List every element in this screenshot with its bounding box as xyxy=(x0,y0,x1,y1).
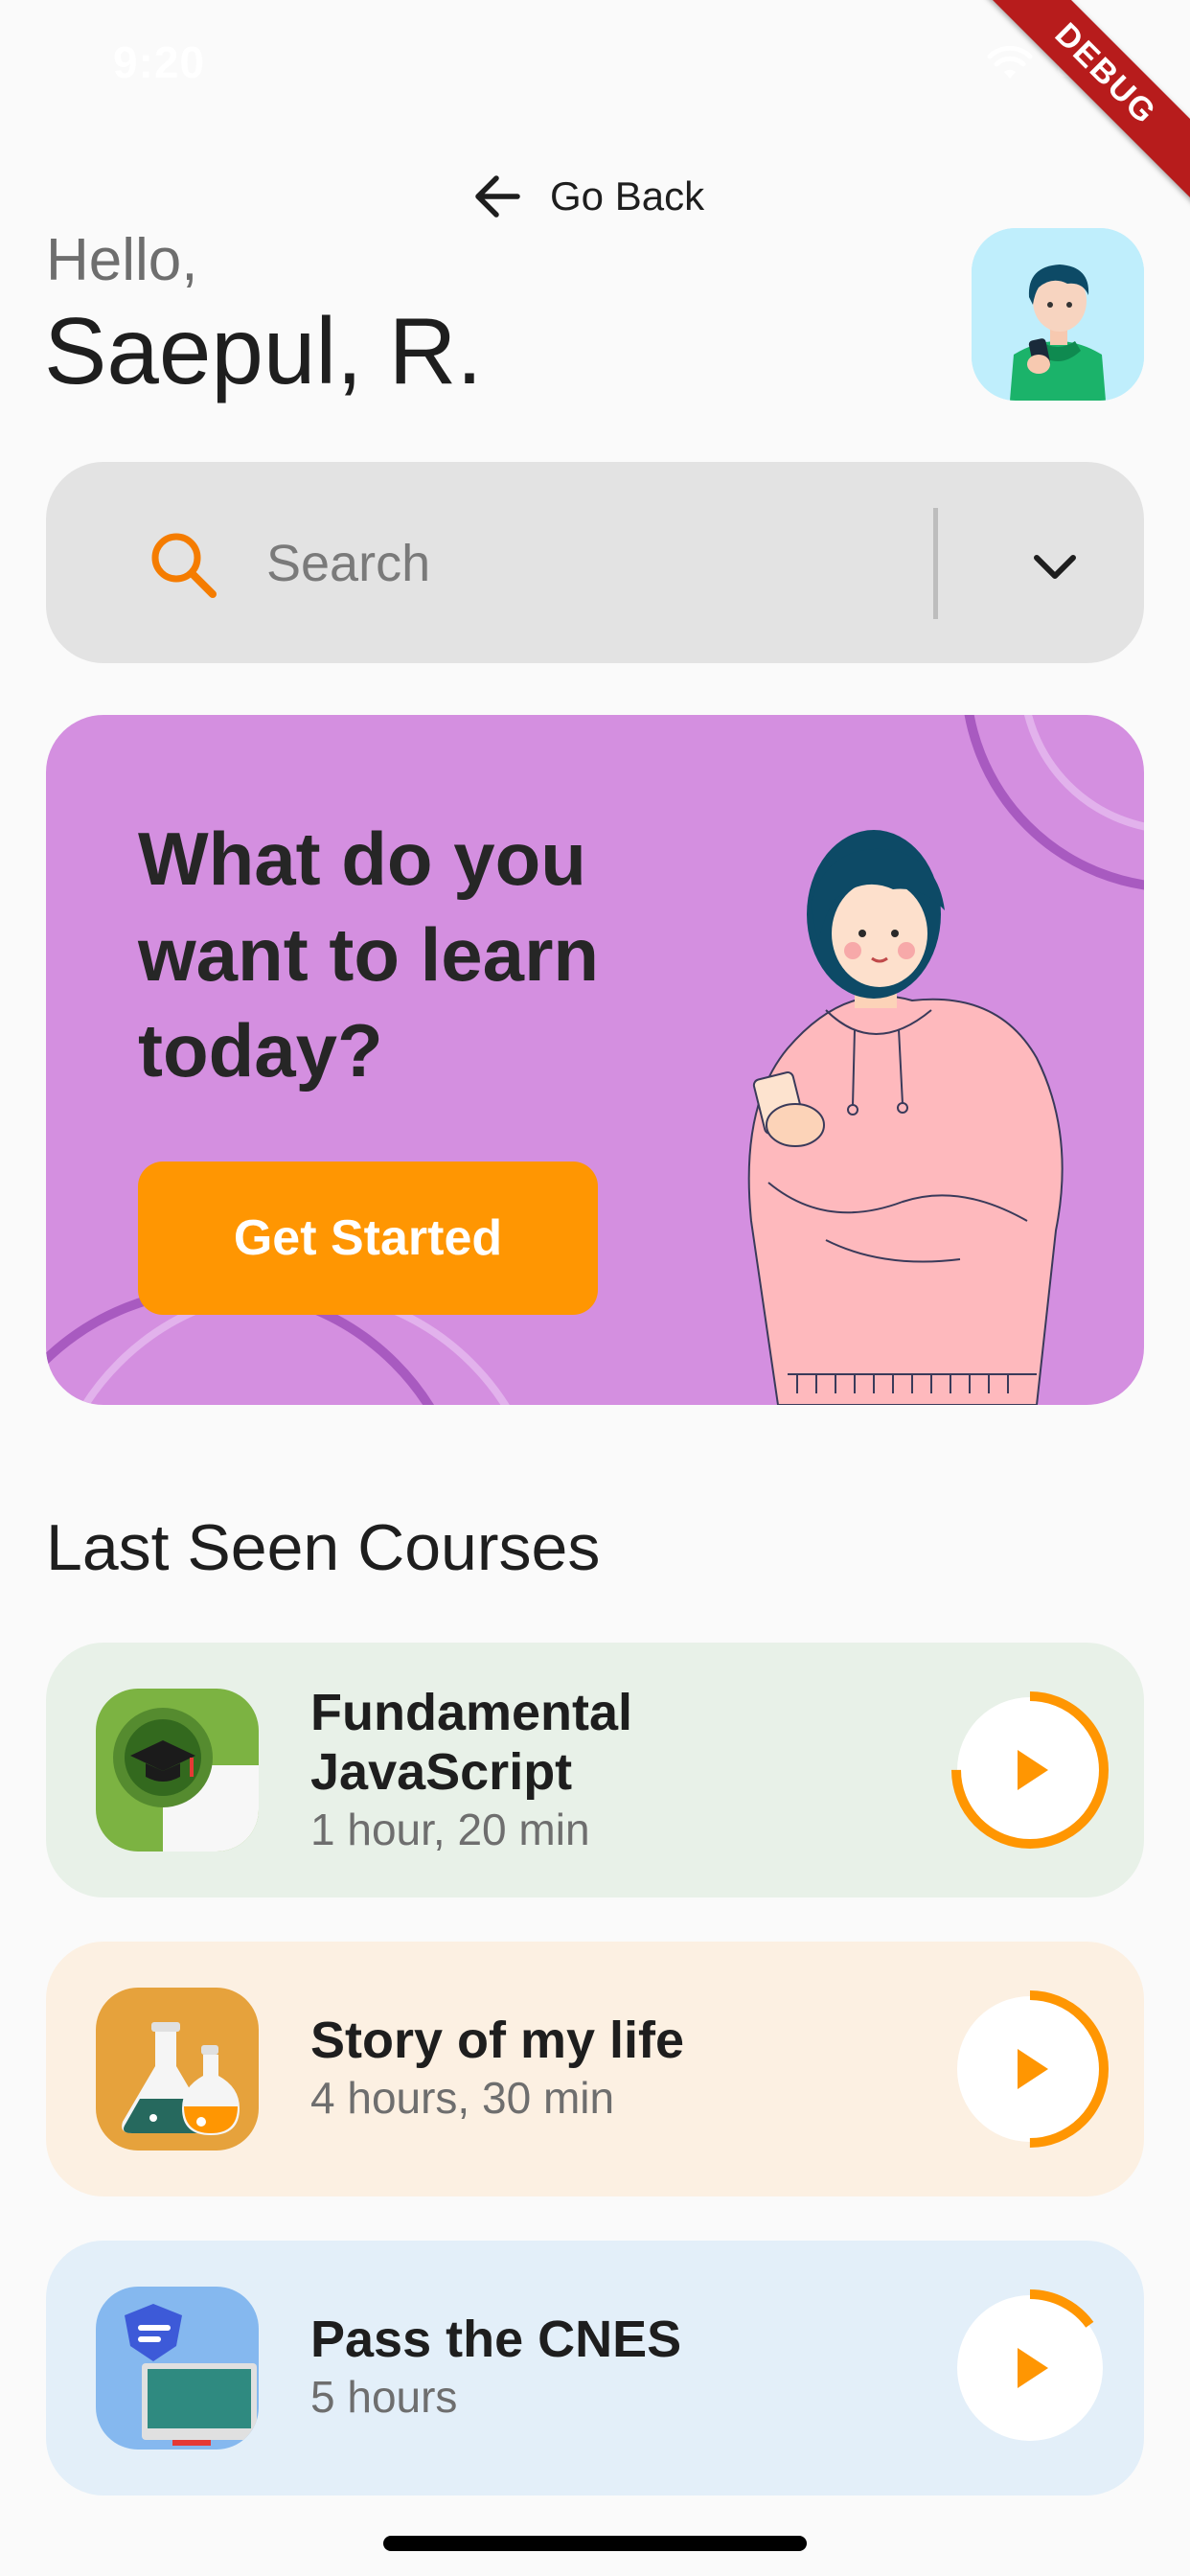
debug-banner: DEBUG xyxy=(964,0,1190,216)
girl-illustration xyxy=(747,830,1064,1405)
search-bar xyxy=(46,462,1144,663)
course-text: Pass the CNES 5 hours xyxy=(310,2310,847,2425)
course-thumbnail xyxy=(96,1689,259,1852)
go-back-button[interactable]: Go Back xyxy=(469,163,704,230)
course-text: Fundamental JavaScript 1 hour, 20 min xyxy=(310,1683,847,1857)
status-time: 9:20 xyxy=(113,37,206,87)
course-thumbnail xyxy=(96,1988,259,2150)
course-duration: 1 hour, 20 min xyxy=(310,1805,590,1854)
course-duration: 4 hours, 30 min xyxy=(310,2073,615,2123)
course-duration: 5 hours xyxy=(310,2372,458,2422)
wifi-icon xyxy=(987,45,1033,79)
go-back-label: Go Back xyxy=(550,173,705,218)
greeting-text: Hello, xyxy=(46,227,198,293)
promo-banner: What do you want to learn today? Get Sta… xyxy=(46,715,1144,1405)
course-card[interactable]: Fundamental JavaScript 1 hour, 20 min xyxy=(46,1643,1144,1898)
search-icon xyxy=(151,533,217,598)
home-indicator xyxy=(383,2536,807,2551)
course-thumbnail xyxy=(96,2287,259,2450)
chevron-down-icon[interactable] xyxy=(1023,535,1087,598)
course-card[interactable]: Story of my life 4 hours, 30 min xyxy=(46,1942,1144,2196)
section-title: Last Seen Courses xyxy=(46,1511,601,1584)
play-progress-button[interactable] xyxy=(949,1988,1111,2150)
arrow-back-icon xyxy=(475,175,520,218)
graduation-cap-icon xyxy=(96,1689,259,1852)
search-divider xyxy=(933,508,938,619)
flask-icon xyxy=(96,1988,259,2150)
avatar-illustration xyxy=(972,228,1144,401)
app-screen: 9:20 DEBUG Go Back Hello, Saepul, R. Sea… xyxy=(0,0,1190,2576)
course-card[interactable]: Pass the CNES 5 hours xyxy=(46,2241,1144,2496)
play-progress-button[interactable] xyxy=(949,2287,1111,2450)
play-progress-button[interactable] xyxy=(949,1689,1111,1852)
user-name: Saepul, R. xyxy=(44,298,483,403)
course-title: Fundamental JavaScript xyxy=(310,1684,633,1801)
search-input[interactable] xyxy=(264,519,939,608)
document-monitor-icon xyxy=(96,2287,259,2450)
banner-title: What do you want to learn today? xyxy=(138,816,600,1092)
avatar[interactable] xyxy=(972,228,1144,401)
course-text: Story of my life 4 hours, 30 min xyxy=(310,2011,847,2126)
course-title: Pass the CNES xyxy=(310,2311,682,2368)
course-title: Story of my life xyxy=(310,2012,685,2069)
get-started-button[interactable]: Get Started xyxy=(138,1162,598,1315)
